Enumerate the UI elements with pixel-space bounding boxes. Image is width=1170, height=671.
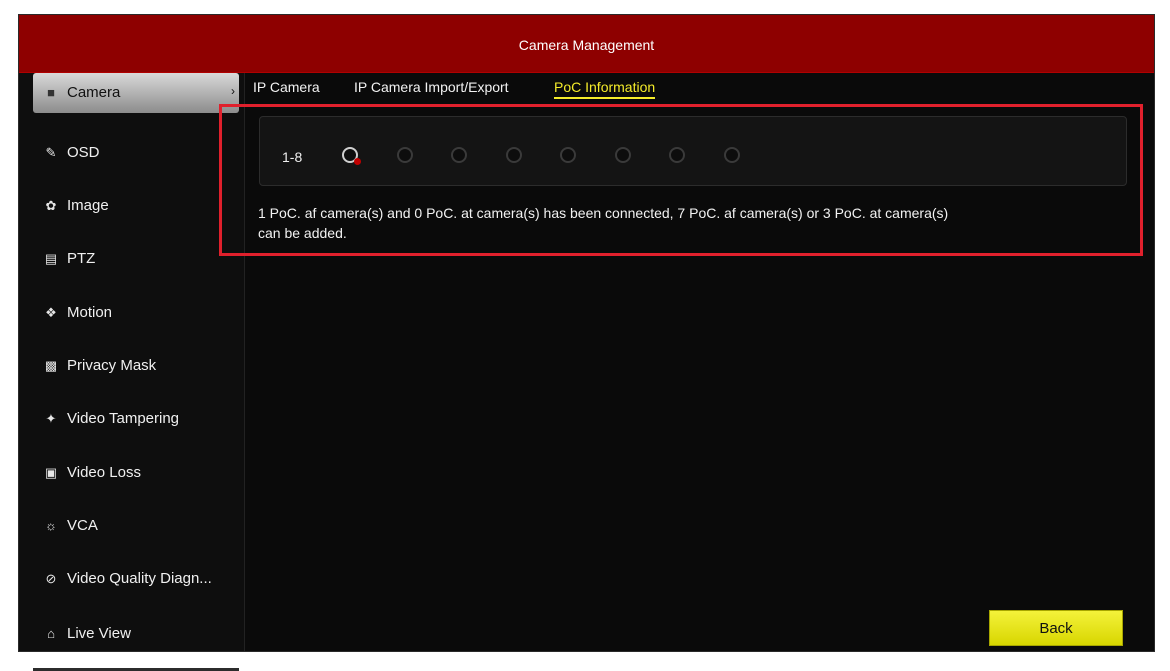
- sidebar-item-ptz[interactable]: ▤ PTZ: [33, 239, 239, 279]
- sidebar-item-video-quality-diagnosis[interactable]: ⊘ Video Quality Diagn...: [33, 559, 239, 599]
- title-bar: Camera Management: [19, 15, 1154, 73]
- sidebar-item-osd[interactable]: ✎ OSD: [33, 133, 239, 173]
- sidebar-item-motion[interactable]: ❖ Motion: [33, 293, 239, 333]
- highlight-box: [219, 104, 1143, 256]
- sidebar-item-privacy-mask[interactable]: ▩ Privacy Mask: [33, 346, 239, 386]
- hand-icon: ✦: [45, 411, 57, 426]
- sidebar-item-vca[interactable]: ☼ VCA: [33, 506, 239, 546]
- sidebar-item-camera[interactable]: ■ Camera ›: [33, 73, 239, 113]
- back-button[interactable]: Back: [989, 610, 1123, 646]
- live-view-button[interactable]: ⌂ Live View: [33, 614, 239, 654]
- home-icon: ⌂: [47, 626, 55, 641]
- palette-icon: ✿: [45, 198, 57, 213]
- running-man-icon: ❖: [45, 305, 57, 320]
- camera-icon: ■: [47, 85, 55, 100]
- tab-poc-information[interactable]: PoC Information: [554, 79, 656, 99]
- sidebar-item-label: Camera: [67, 84, 121, 101]
- pen-icon: ✎: [45, 145, 57, 160]
- sidebar-item-label: OSD: [67, 144, 100, 161]
- diagnosis-icon: ⊘: [45, 571, 57, 586]
- vca-icon: ☼: [45, 518, 57, 533]
- chevron-right-icon: ›: [231, 84, 235, 98]
- sidebar-item-label: Video Quality Diagn...: [67, 570, 212, 587]
- sidebar-item-label: Privacy Mask: [67, 357, 157, 374]
- sidebar-item-video-loss[interactable]: ▣ Video Loss: [33, 453, 239, 493]
- sidebar-item-label: VCA: [67, 517, 98, 534]
- tab-ip-camera-import-export[interactable]: IP Camera Import/Export: [354, 79, 509, 95]
- screen: Camera Management ■ Camera › ✎ OSD ✿ Ima…: [0, 0, 1170, 671]
- sidebar-item-label: Motion: [67, 304, 113, 321]
- sidebar-item-label: Video Tampering: [67, 410, 180, 427]
- ptz-icon: ▤: [44, 251, 58, 266]
- sidebar-item-label: Image: [67, 197, 109, 214]
- window-title: Camera Management: [518, 37, 655, 53]
- sidebar-item-label: PTZ: [67, 250, 96, 267]
- sidebar-item-image[interactable]: ✿ Image: [33, 186, 239, 226]
- sidebar-item-label: Video Loss: [67, 464, 141, 481]
- sidebar-item-video-tampering[interactable]: ✦ Video Tampering: [33, 399, 239, 439]
- question-box-icon: ▣: [44, 465, 58, 480]
- mask-icon: ▩: [44, 358, 58, 373]
- live-view-label: Live View: [67, 625, 131, 642]
- sidebar: ■ Camera › ✎ OSD ✿ Image ▤ PTZ ❖ Motion …: [19, 73, 245, 671]
- tab-ip-camera[interactable]: IP Camera: [253, 79, 320, 95]
